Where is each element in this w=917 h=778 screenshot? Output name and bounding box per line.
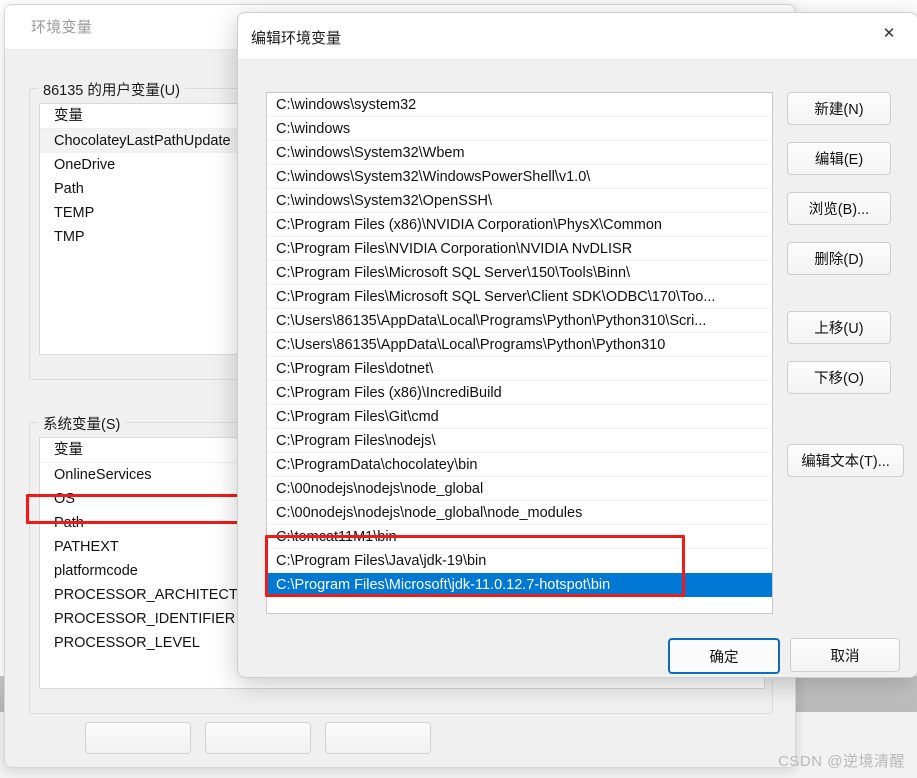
path-list-item[interactable]: C:\Program Files (x86)\NVIDIA Corporatio… [267, 213, 772, 237]
path-list-item[interactable]: C:\Users\86135\AppData\Local\Programs\Py… [267, 309, 772, 333]
path-list-item[interactable]: C:\Program Files\Java\jdk-19\bin [267, 549, 772, 573]
hidden-button-peek [205, 722, 311, 754]
path-list-item[interactable]: C:\Program Files\dotnet\ [267, 357, 772, 381]
path-list-item[interactable]: C:\Program Files\nodejs\ [267, 429, 772, 453]
path-list-item[interactable]: C:\windows [267, 117, 772, 141]
path-list-item[interactable]: C:\windows\System32\WindowsPowerShell\v1… [267, 165, 772, 189]
path-list-item[interactable]: C:\windows\System32\OpenSSH\ [267, 189, 772, 213]
edit-environment-variable-dialog: 编辑环境变量 ✕ C:\windows\system32 C:\windows C:… [237, 12, 917, 678]
close-icon[interactable]: ✕ [869, 18, 909, 48]
dialog-body: C:\windows\system32 C:\windows C:\windows\… [238, 60, 917, 677]
path-list-item[interactable]: C:\windows\system32 [267, 93, 772, 117]
dialog-title: 编辑环境变量 [251, 30, 342, 47]
path-list-item[interactable]: C:\Program Files\NVIDIA Corporation\NVID… [267, 237, 772, 261]
path-list-item[interactable]: C:\Program Files\Microsoft SQL Server\15… [267, 261, 772, 285]
hidden-button-peek [325, 722, 431, 754]
path-entries-list[interactable]: C:\windows\system32 C:\windows C:\windows\… [266, 92, 773, 614]
new-button[interactable]: 新建(N) [787, 92, 891, 125]
path-list-item[interactable]: C:\00nodejs\nodejs\node_global\node_modu… [267, 501, 772, 525]
dialog-titlebar: 编辑环境变量 ✕ [238, 13, 917, 60]
dialog-cancel-button[interactable]: 取消 [790, 638, 900, 672]
path-list-item[interactable]: C:\windows\System32\Wbem [267, 141, 772, 165]
system-variables-group-title: 系统变量(S) [38, 413, 126, 434]
path-list-item[interactable]: C:\Program Files\Git\cmd [267, 405, 772, 429]
watermark: CSDN @逆境清醒 [778, 753, 905, 770]
path-list-item[interactable]: C:\Users\86135\AppData\Local\Programs\Py… [267, 333, 772, 357]
move-down-button[interactable]: 下移(O) [787, 361, 891, 394]
browse-button[interactable]: 浏览(B)... [787, 192, 891, 225]
path-list-item[interactable]: C:\tomcat11M1\bin [267, 525, 772, 549]
path-list-item[interactable]: C:\Program Files\Microsoft\jdk-11.0.12.7… [267, 573, 772, 597]
environment-variables-title: 环境变量 [31, 19, 93, 36]
path-list-item[interactable]: C:\Program Files\Microsoft SQL Server\Cl… [267, 285, 772, 309]
move-up-button[interactable]: 上移(U) [787, 311, 891, 344]
path-list-item[interactable]: C:\Program Files (x86)\IncrediBuild [267, 381, 772, 405]
user-variables-group-title: 86135 的用户变量(U) [38, 79, 185, 100]
path-list-item[interactable]: C:\ProgramData\chocolatey\bin [267, 453, 772, 477]
path-list-item[interactable]: C:\00nodejs\nodejs\node_global [267, 477, 772, 501]
hidden-button-peek [85, 722, 191, 754]
dialog-ok-button[interactable]: 确定 [668, 638, 780, 674]
edit-button[interactable]: 编辑(E) [787, 142, 891, 175]
edit-text-button[interactable]: 编辑文本(T)... [787, 444, 904, 477]
delete-button[interactable]: 删除(D) [787, 242, 891, 275]
